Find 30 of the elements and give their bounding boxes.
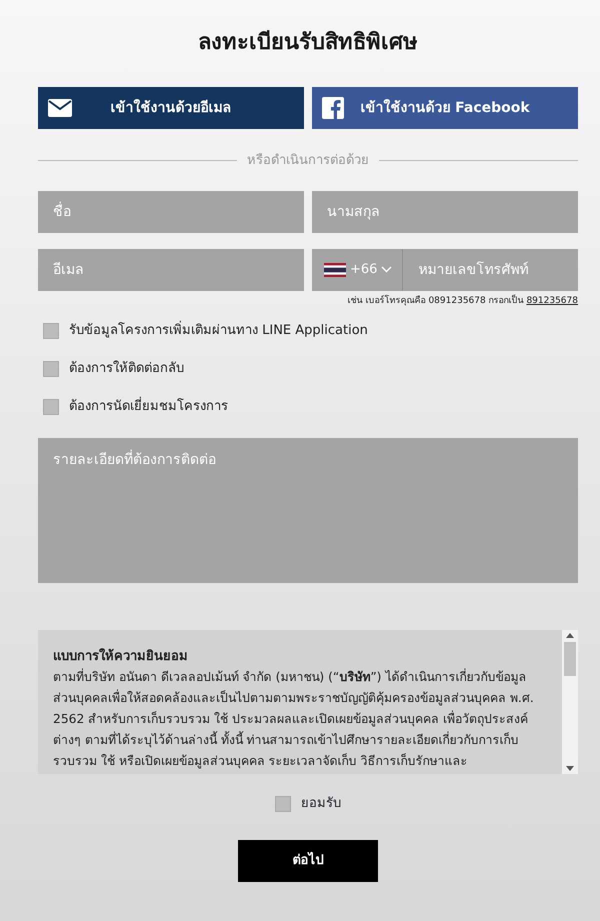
consent-title: แบบการให้ความยินยอม: [53, 647, 189, 666]
checkbox[interactable]: [275, 796, 291, 812]
flag-icon: [324, 262, 346, 276]
checkbox[interactable]: [43, 399, 59, 415]
scroll-down-icon[interactable]: [566, 766, 574, 771]
checkbox[interactable]: [43, 323, 59, 339]
first-name-field[interactable]: ชื่อ: [38, 190, 304, 232]
last-name-field[interactable]: นามสกุล: [312, 190, 578, 232]
scrollbar-thumb[interactable]: [564, 642, 576, 676]
envelope-icon: [48, 99, 72, 117]
email-field[interactable]: อีเมล: [38, 248, 304, 290]
checkbox-label: ต้องการให้ติดต่อกลับ: [69, 360, 184, 378]
next-button[interactable]: ต่อไป: [238, 840, 378, 882]
facebook-icon: [322, 97, 344, 119]
details-field[interactable]: รายละเอียดที่ต้องการติดต่อ: [38, 438, 578, 583]
hint-example: 891235678: [526, 296, 578, 306]
facebook-login-button[interactable]: เข้าใช้งานด้วย Facebook: [312, 87, 578, 129]
page-title: ลงทะเบียนรับสิทธิพิเศษ: [197, 29, 419, 57]
phone-hint: เช่น เบอร์โทรคุณคือ 0891235678 กรอกเป็น: [348, 296, 524, 306]
phone-field[interactable]: หมายเลขโทรศัพท์: [403, 248, 578, 290]
scrollbar[interactable]: [562, 630, 578, 774]
divider-text: หรือดำเนินการต่อด้วย: [247, 152, 369, 170]
scroll-up-icon[interactable]: [566, 633, 574, 638]
email-login-button[interactable]: เข้าใช้งานด้วยอีเมล: [38, 87, 304, 129]
chevron-icon: [381, 266, 392, 273]
checkbox-label: ต้องการนัดเยี่ยมชมโครงการ: [69, 397, 228, 417]
checkbox-label: รับข้อมูลโครงการเพิ่มเติมผ่านทาง LINE Application: [69, 321, 368, 341]
checkbox[interactable]: [43, 361, 59, 377]
consent-text: ตามที่บริษัท อนันดา ดีเวลลอปเม้นท์ จำกัด (มหาชน) (“บริษัท”) ได้ดำเนินการเกี่ยวกับข้อมูลส่วนบุคคลเพื่อให้สอดคล้องและเป็นไปตามตามพระราชบัญญัติคุ้มครองข้อมูลส่วนบุคคล พ.ศ. 2562 สำหรับการเก็บรวบรวม ใช้ ประมวลผลและเปิดเผยข้อมูลส่วนบุคคล เพื่อวัตถุประสงค์ต่างๆ ตามที่ได้ระบุไว้ด้านล่างนี้ ทั้งนี้ ท่านสามารถเข้าไปศึกษารายละเอียดเกี่ยวกับการเก็บรวบรวม ใช้ หรือเปิดเผยข้อมูลส่วนบุคคล ระยะเวลาจัดเก็บ วิธีการเก็บรักษาและ: [53, 667, 535, 770]
accept-label: ยอมรับ: [301, 795, 341, 813]
